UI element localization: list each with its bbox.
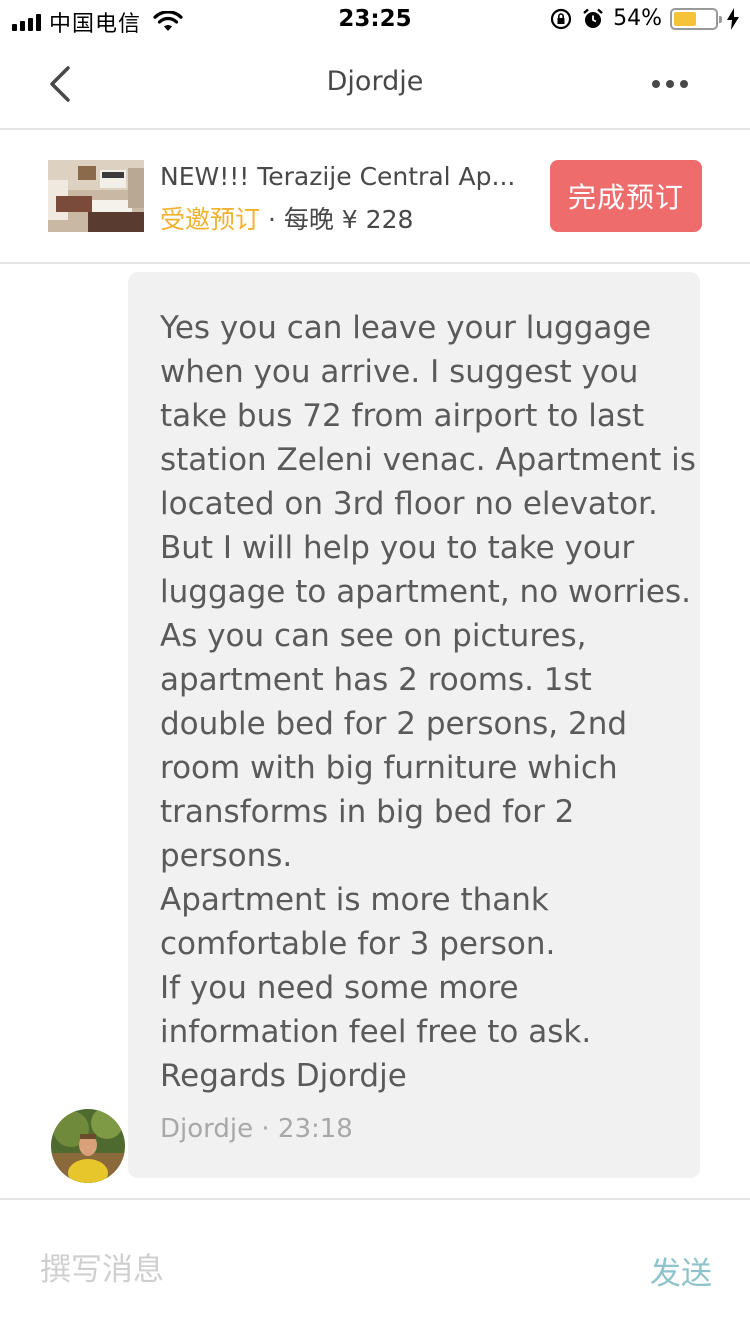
more-icon[interactable]	[640, 70, 700, 98]
listing-subtitle: 受邀预订 · 每晚 ¥ 228	[160, 200, 413, 236]
battery-level	[674, 11, 696, 26]
battery-nub	[719, 15, 722, 23]
battery-percent: 54%	[613, 6, 662, 31]
listing-title: NEW!!! Terazije Central Ap...	[160, 162, 516, 191]
complete-booking-button[interactable]: 完成预订	[550, 160, 702, 232]
send-button[interactable]: 发送	[650, 1248, 712, 1293]
message-input[interactable]	[40, 1248, 600, 1292]
alarm-icon	[583, 8, 603, 28]
rotation-lock-icon	[550, 8, 572, 29]
separator: ·	[260, 205, 284, 234]
avatar[interactable]	[48, 1106, 128, 1186]
conversation-header: Djordje	[0, 40, 750, 130]
listing-card[interactable]: NEW!!! Terazije Central Ap... 受邀预订 · 每晚 …	[0, 130, 750, 264]
status-right: 54%	[549, 6, 740, 31]
charging-icon	[727, 7, 739, 30]
status-bar: 中国电信 23:25 54%	[0, 0, 750, 40]
booking-status: 受邀预订	[160, 205, 261, 234]
message-meta: Djordje · 23:18	[160, 1114, 353, 1144]
message-bubble: Yes you can leave your luggage when you …	[128, 272, 700, 1178]
message-composer: 发送	[0, 1198, 750, 1336]
page-title: Djordje	[326, 66, 424, 97]
message-text: Yes you can leave your luggage when you …	[160, 310, 696, 1094]
battery-icon	[670, 7, 722, 30]
listing-thumbnail[interactable]	[48, 160, 144, 232]
nightly-price: 每晚 ¥ 228	[283, 205, 414, 234]
